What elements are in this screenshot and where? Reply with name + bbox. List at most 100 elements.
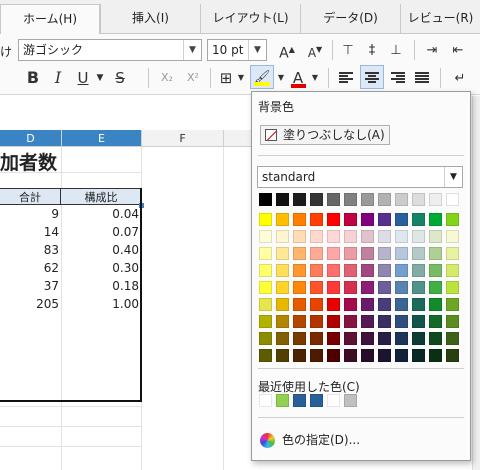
color-swatch[interactable] bbox=[259, 230, 272, 243]
font-color-button[interactable]: A bbox=[288, 67, 308, 89]
color-swatch[interactable] bbox=[259, 281, 272, 294]
color-swatch[interactable] bbox=[395, 332, 408, 345]
color-swatch[interactable] bbox=[446, 213, 459, 226]
color-swatch[interactable] bbox=[378, 230, 391, 243]
superscript-button[interactable]: X² bbox=[182, 67, 204, 89]
color-swatch[interactable] bbox=[293, 298, 306, 311]
color-swatch[interactable] bbox=[378, 247, 391, 260]
recent-color-swatch[interactable] bbox=[327, 394, 340, 407]
grow-font-button[interactable]: A▲ bbox=[276, 39, 298, 62]
color-swatch[interactable] bbox=[276, 247, 289, 260]
increase-indent-button[interactable]: ⇥ bbox=[422, 39, 442, 61]
color-swatch[interactable] bbox=[412, 315, 425, 328]
color-swatch[interactable] bbox=[293, 230, 306, 243]
column-header-g[interactable] bbox=[224, 130, 254, 147]
color-swatch[interactable] bbox=[259, 315, 272, 328]
borders-dropdown[interactable]: ▼ bbox=[236, 67, 246, 89]
font-name-combo[interactable]: 游ゴシック ▼ bbox=[18, 39, 202, 61]
column-header-f[interactable]: F bbox=[142, 130, 224, 147]
color-swatch[interactable] bbox=[327, 332, 340, 345]
color-swatch[interactable] bbox=[361, 213, 374, 226]
chevron-down-icon[interactable]: ▼ bbox=[444, 167, 462, 187]
no-fill-button[interactable]: 塗りつぶしなし(A) bbox=[260, 125, 390, 145]
recent-color-swatch[interactable] bbox=[276, 394, 289, 407]
color-swatch[interactable] bbox=[429, 230, 442, 243]
color-swatch[interactable] bbox=[446, 230, 459, 243]
color-swatch[interactable] bbox=[412, 247, 425, 260]
align-center-button[interactable] bbox=[360, 65, 384, 89]
font-size-combo[interactable]: 10 pt ▼ bbox=[207, 39, 267, 61]
tab-home[interactable]: ホーム(H) bbox=[0, 4, 100, 35]
bold-button[interactable]: B bbox=[22, 67, 44, 89]
color-swatch[interactable] bbox=[412, 349, 425, 362]
color-swatch[interactable] bbox=[429, 281, 442, 294]
color-swatch[interactable] bbox=[293, 349, 306, 362]
recent-color-swatch[interactable] bbox=[344, 394, 357, 407]
color-swatch[interactable] bbox=[344, 281, 357, 294]
column-header-d[interactable]: D bbox=[0, 130, 62, 147]
color-swatch[interactable] bbox=[259, 193, 272, 206]
vertical-scrollbar[interactable] bbox=[472, 96, 480, 470]
color-swatch[interactable] bbox=[344, 332, 357, 345]
color-swatch[interactable] bbox=[361, 298, 374, 311]
color-swatch[interactable] bbox=[412, 281, 425, 294]
cell-total[interactable]: 37 bbox=[0, 278, 62, 295]
color-swatch[interactable] bbox=[429, 213, 442, 226]
underline-dropdown[interactable]: ▼ bbox=[94, 67, 106, 89]
color-swatch[interactable] bbox=[412, 230, 425, 243]
color-swatch[interactable] bbox=[293, 264, 306, 277]
color-swatch[interactable] bbox=[412, 332, 425, 345]
cell-ratio[interactable]: 0.07 bbox=[62, 224, 142, 241]
color-swatch[interactable] bbox=[310, 193, 323, 206]
color-swatch[interactable] bbox=[378, 281, 391, 294]
align-bottom-button[interactable]: ⊥ bbox=[386, 39, 406, 61]
color-swatch[interactable] bbox=[344, 264, 357, 277]
align-right-button[interactable] bbox=[388, 67, 408, 89]
color-swatch[interactable] bbox=[310, 332, 323, 345]
color-swatch[interactable] bbox=[327, 247, 340, 260]
color-swatch[interactable] bbox=[446, 264, 459, 277]
cell-ratio[interactable]: 0.04 bbox=[62, 206, 142, 223]
color-swatch[interactable] bbox=[446, 193, 459, 206]
italic-button[interactable]: I bbox=[48, 67, 68, 89]
cell-ratio[interactable]: 0.30 bbox=[62, 260, 142, 277]
color-swatch[interactable] bbox=[446, 281, 459, 294]
color-swatch[interactable] bbox=[361, 332, 374, 345]
color-swatch[interactable] bbox=[378, 193, 391, 206]
shrink-font-button[interactable]: A▼ bbox=[304, 39, 326, 61]
decrease-indent-button[interactable]: ⇤ bbox=[448, 39, 468, 61]
color-swatch[interactable] bbox=[429, 349, 442, 362]
color-swatch[interactable] bbox=[395, 230, 408, 243]
color-swatch[interactable] bbox=[344, 230, 357, 243]
wrap-text-button[interactable]: ↵ bbox=[450, 67, 470, 89]
color-swatch[interactable] bbox=[395, 247, 408, 260]
color-swatch[interactable] bbox=[259, 298, 272, 311]
color-swatch[interactable] bbox=[361, 264, 374, 277]
background-color-dropdown[interactable]: ▼ bbox=[276, 67, 286, 89]
color-swatch[interactable] bbox=[327, 264, 340, 277]
tab-review[interactable]: レビュー(R) bbox=[400, 4, 480, 34]
color-swatch[interactable] bbox=[429, 264, 442, 277]
column-header-e[interactable]: E bbox=[62, 130, 142, 147]
color-swatch[interactable] bbox=[259, 349, 272, 362]
color-swatch[interactable] bbox=[276, 315, 289, 328]
sheet-title-cell[interactable]: 加者数 bbox=[0, 148, 57, 175]
color-swatch[interactable] bbox=[412, 213, 425, 226]
color-swatch[interactable] bbox=[344, 315, 357, 328]
strikethrough-button[interactable]: S bbox=[110, 67, 130, 89]
color-swatch[interactable] bbox=[361, 230, 374, 243]
color-swatch[interactable] bbox=[412, 264, 425, 277]
color-swatch[interactable] bbox=[395, 298, 408, 311]
align-left-button[interactable] bbox=[336, 67, 356, 89]
color-swatch[interactable] bbox=[378, 264, 391, 277]
color-swatch[interactable] bbox=[310, 298, 323, 311]
align-middle-button[interactable]: ‡ bbox=[362, 39, 382, 61]
recent-color-swatch[interactable] bbox=[310, 394, 323, 407]
recent-color-swatch[interactable] bbox=[259, 394, 272, 407]
color-swatch[interactable] bbox=[429, 298, 442, 311]
color-swatch[interactable] bbox=[361, 247, 374, 260]
palette-select[interactable]: standard ▼ bbox=[257, 166, 463, 188]
color-swatch[interactable] bbox=[293, 247, 306, 260]
justify-button[interactable] bbox=[412, 67, 432, 89]
color-swatch[interactable] bbox=[327, 230, 340, 243]
